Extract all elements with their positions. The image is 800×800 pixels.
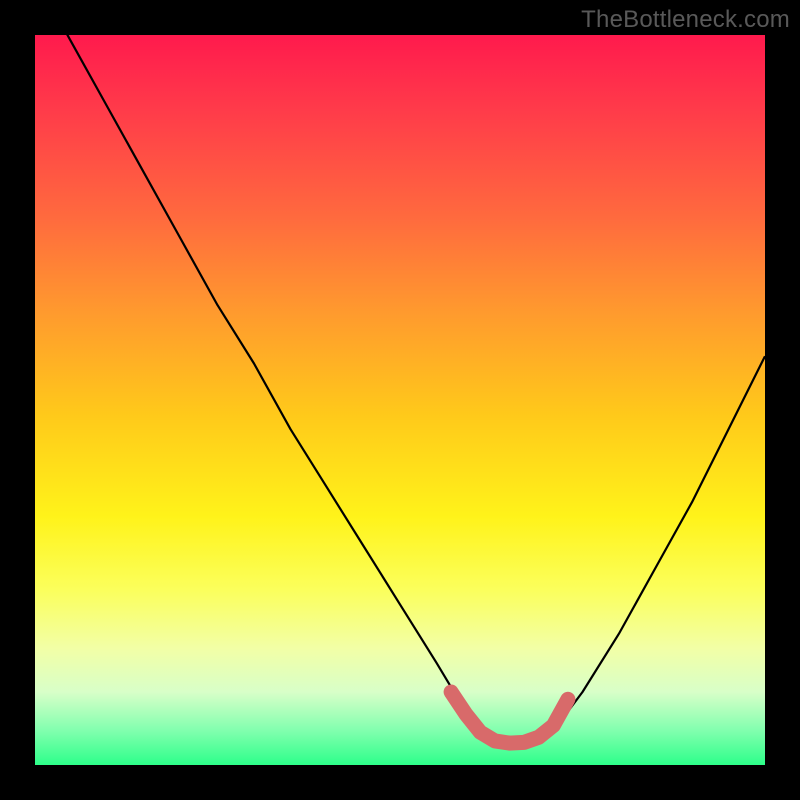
curve-layer (35, 35, 765, 765)
attribution-label: TheBottleneck.com (581, 6, 790, 34)
optimal-range-highlight (451, 692, 568, 743)
plot-area (35, 35, 765, 765)
chart-stage: TheBottleneck.com (0, 0, 800, 800)
bottleneck-curve (35, 35, 765, 743)
